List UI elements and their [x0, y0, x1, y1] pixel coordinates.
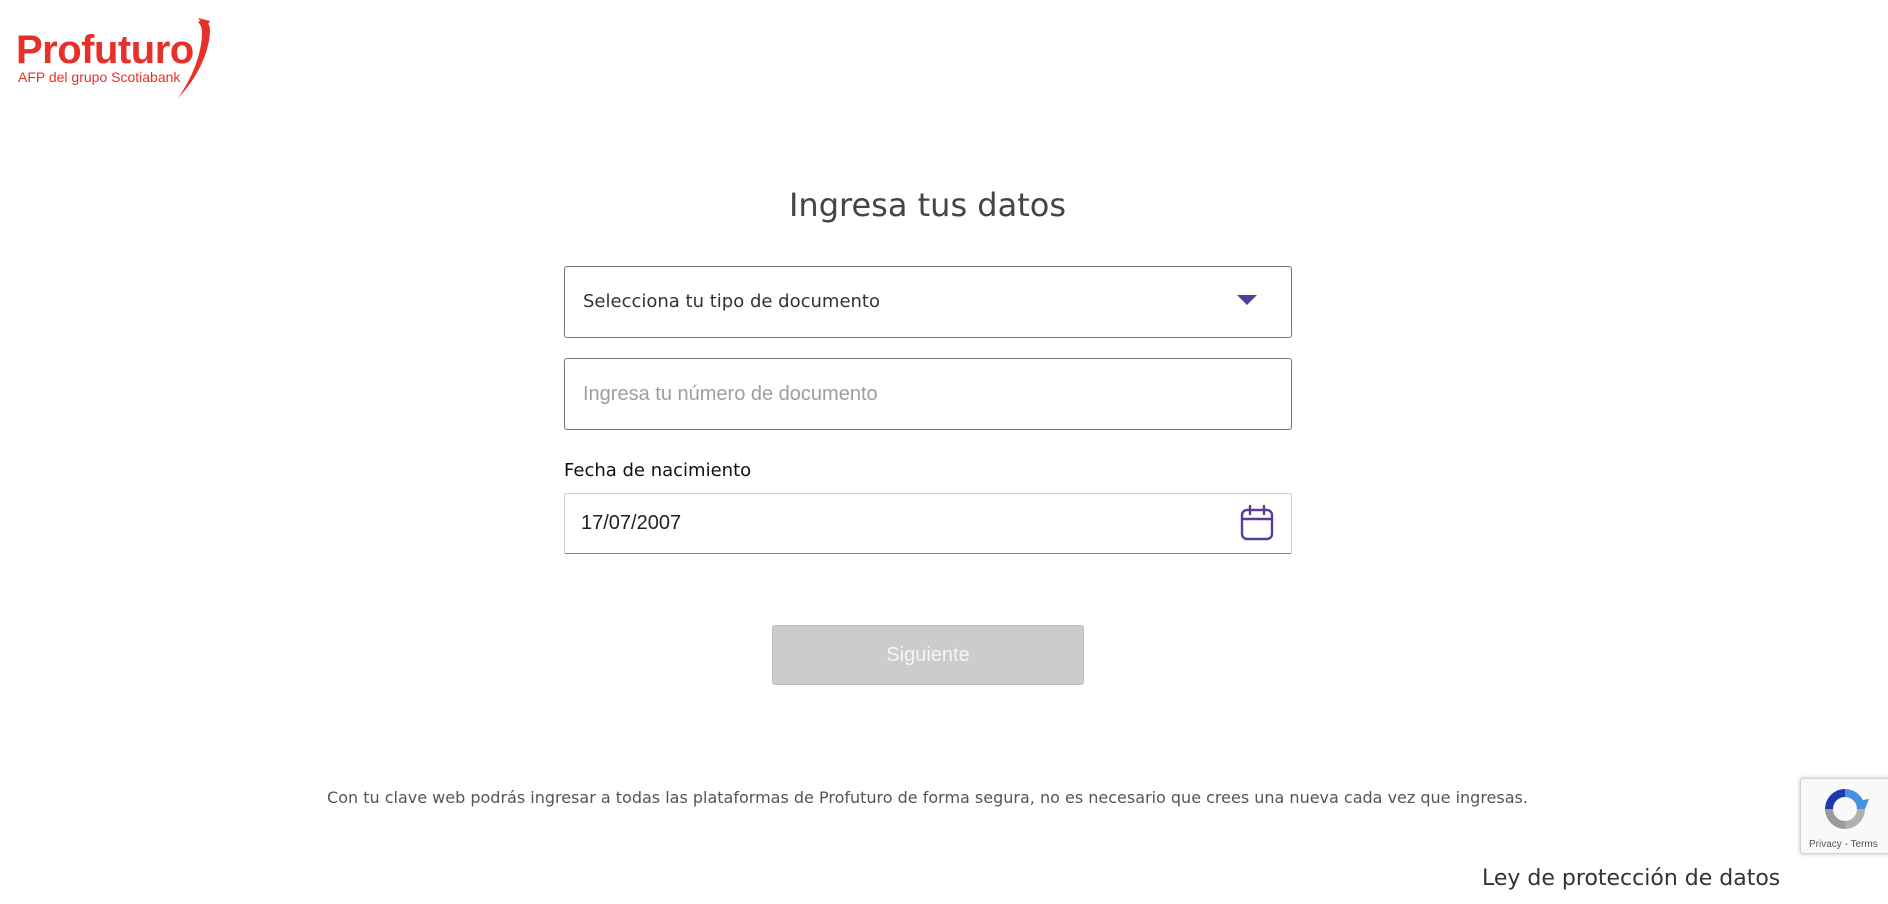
document-number-input[interactable]: [564, 358, 1292, 430]
data-protection-link[interactable]: Ley de protección de datos: [1482, 866, 1780, 891]
recaptcha-links: Privacy - Terms: [1809, 839, 1878, 850]
calendar-icon[interactable]: [1239, 504, 1275, 542]
chevron-down-icon: [1237, 295, 1257, 305]
birth-date-value: 17/07/2007: [581, 512, 682, 534]
recaptcha-privacy-link[interactable]: Privacy: [1809, 839, 1842, 850]
recaptcha-separator: -: [1844, 839, 1848, 850]
page: Profuturo AFP del grupo Scotiabank Ingre…: [0, 0, 1888, 904]
logo-name: Profuturo: [16, 28, 194, 72]
birth-date-field[interactable]: 17/07/2007: [564, 493, 1292, 554]
logo-tagline: AFP del grupo Scotiabank: [18, 69, 181, 85]
document-type-value: Selecciona tu tipo de documento: [583, 291, 880, 312]
birth-date-label: Fecha de nacimiento: [564, 460, 752, 481]
logo-swoosh-icon: [178, 18, 210, 98]
recaptcha-badge[interactable]: Privacy - Terms: [1800, 778, 1888, 854]
recaptcha-terms-link[interactable]: Terms: [1851, 839, 1878, 850]
document-type-select[interactable]: Selecciona tu tipo de documento: [564, 266, 1292, 338]
profuturo-logo[interactable]: Profuturo AFP del grupo Scotiabank: [16, 18, 246, 100]
info-text: Con tu clave web podrás ingresar a todas…: [327, 788, 1528, 807]
recaptcha-icon: [1825, 789, 1869, 829]
login-form: Selecciona tu tipo de documento Fecha de…: [564, 266, 1292, 554]
page-title: Ingresa tus datos: [788, 186, 1066, 224]
next-button[interactable]: Siguiente: [772, 625, 1084, 685]
